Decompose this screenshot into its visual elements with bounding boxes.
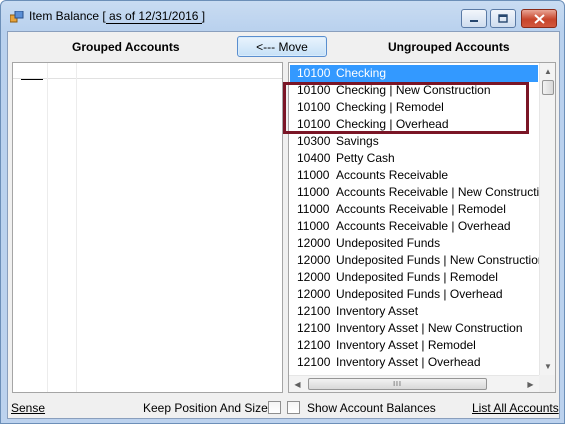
account-name: Petty Cash <box>336 151 395 165</box>
account-number: 12100 <box>297 338 331 352</box>
account-row[interactable]: 12100 Inventory Asset | Overhead <box>290 354 538 371</box>
title-prefix: Item Balance [ <box>29 9 106 23</box>
account-name: Undeposited Funds <box>336 236 441 250</box>
account-row[interactable]: 10100 Checking <box>290 65 538 82</box>
scroll-up-button[interactable]: ▲ <box>540 63 555 80</box>
list-all-accounts-link[interactable]: List All Accounts <box>472 401 559 415</box>
chevron-right-icon: ▶ <box>527 379 534 389</box>
account-row[interactable]: 11000 Accounts Receivable <box>290 167 538 184</box>
account-row[interactable]: 12100 Inventory Asset | New Construction <box>290 320 538 337</box>
account-row[interactable]: 12100 Inventory Asset | Remodel <box>290 337 538 354</box>
sense-link[interactable]: Sense <box>11 401 45 415</box>
account-number: 11000 <box>297 219 330 233</box>
account-number: 10300 <box>297 134 331 148</box>
account-name: Accounts Receivable | Overhead <box>336 219 511 233</box>
account-row[interactable]: 12000 Undeposited Funds | Overhead <box>290 286 538 303</box>
account-name: Undeposited Funds | Overhead <box>336 287 503 301</box>
horizontal-scrollbar[interactable]: ◀ III ▶ <box>289 375 539 392</box>
account-name: Inventory Asset | Remodel <box>336 338 476 352</box>
horizontal-scroll-thumb[interactable]: III <box>308 378 487 390</box>
account-row[interactable]: 12000 Undeposited Funds <box>290 235 538 252</box>
account-number: 12000 <box>297 236 331 250</box>
account-row[interactable]: 11000 Accounts Receivable | New Construct… <box>290 184 553 201</box>
account-row[interactable]: 11000 Accounts Receivable | Remodel <box>290 201 538 218</box>
account-name: Accounts Receivable | New Construction <box>336 185 553 199</box>
account-row[interactable]: 10300 Savings <box>290 133 538 150</box>
minimize-icon <box>470 19 478 22</box>
chevron-up-icon: ▲ <box>544 67 552 76</box>
scroll-right-button[interactable]: ▶ <box>522 376 539 392</box>
account-number: 12000 <box>297 253 331 267</box>
minimize-button[interactable] <box>461 9 487 28</box>
account-name: Savings <box>336 134 379 148</box>
grouped-accounts-grid[interactable] <box>12 62 283 393</box>
account-number: 12100 <box>297 304 331 318</box>
account-name: Inventory Asset <box>336 304 419 318</box>
title-date: as of 12/31/2016 <box>105 9 202 24</box>
item-balance-window: Item Balance [ as of 12/31/2016 ] Groupe… <box>0 0 565 424</box>
close-icon <box>533 13 545 24</box>
account-name: Undeposited Funds | New Construction <box>336 253 545 267</box>
close-button[interactable] <box>521 9 557 28</box>
maximize-button[interactable] <box>490 9 516 28</box>
account-name: Accounts Receivable <box>336 168 449 182</box>
account-name: Undeposited Funds | Remodel <box>336 270 498 284</box>
account-row[interactable]: 12000 Undeposited Funds | New Constructio… <box>290 252 545 269</box>
show-balances-checkbox[interactable] <box>287 401 300 414</box>
show-balances-label: Show Account Balances <box>307 401 436 415</box>
grid-column-divider <box>47 63 48 392</box>
title-bar[interactable]: Item Balance [ as of 12/31/2016 ] <box>1 1 564 31</box>
account-number: 11000 <box>297 202 330 216</box>
app-icon <box>10 11 24 23</box>
keep-position-label: Keep Position And Size <box>143 401 268 415</box>
account-name: Accounts Receivable | Remodel <box>336 202 506 216</box>
account-name: Inventory Asset | New Construction <box>336 321 523 335</box>
grid-header-row <box>13 63 282 79</box>
grip-icon: III <box>393 380 402 388</box>
account-row[interactable]: 12000 Undeposited Funds | Remodel <box>290 269 538 286</box>
grid-column-divider <box>76 63 77 392</box>
account-row[interactable]: 10400 Petty Cash <box>290 150 538 167</box>
account-number: 11000 <box>297 185 330 199</box>
account-number: 10100 <box>297 66 331 80</box>
chevron-down-icon: ▼ <box>544 362 552 371</box>
window-title: Item Balance [ as of 12/31/2016 ] <box>29 9 206 24</box>
account-number: 12000 <box>297 270 331 284</box>
ungrouped-accounts-header: Ungrouped Accounts <box>388 40 510 54</box>
grouped-accounts-header: Grouped Accounts <box>72 40 180 54</box>
account-number: 11000 <box>297 168 330 182</box>
account-number: 12000 <box>297 287 331 301</box>
vertical-scroll-thumb[interactable] <box>542 80 554 95</box>
chevron-left-icon: ◀ <box>294 379 301 389</box>
scrollbar-corner <box>539 375 555 392</box>
account-row[interactable]: 12100 Inventory Asset <box>290 303 538 320</box>
scroll-down-button[interactable]: ▼ <box>540 358 555 375</box>
keep-position-checkbox[interactable] <box>268 401 281 414</box>
account-name: Checking <box>336 66 387 80</box>
grid-cell-marker <box>21 79 43 80</box>
move-button[interactable]: <--- Move <box>237 36 327 57</box>
scroll-left-button[interactable]: ◀ <box>289 376 306 392</box>
vertical-scrollbar[interactable]: ▲ ▼ <box>539 63 555 375</box>
account-row[interactable]: 11000 Accounts Receivable | Overhead <box>290 218 538 235</box>
maximize-icon <box>498 14 508 23</box>
annotation-highlight-box <box>283 82 529 134</box>
account-name: Inventory Asset | Overhead <box>336 355 481 369</box>
title-suffix: ] <box>201 9 206 23</box>
account-number: 10400 <box>297 151 331 165</box>
account-number: 12100 <box>297 355 331 369</box>
account-number: 12100 <box>297 321 331 335</box>
